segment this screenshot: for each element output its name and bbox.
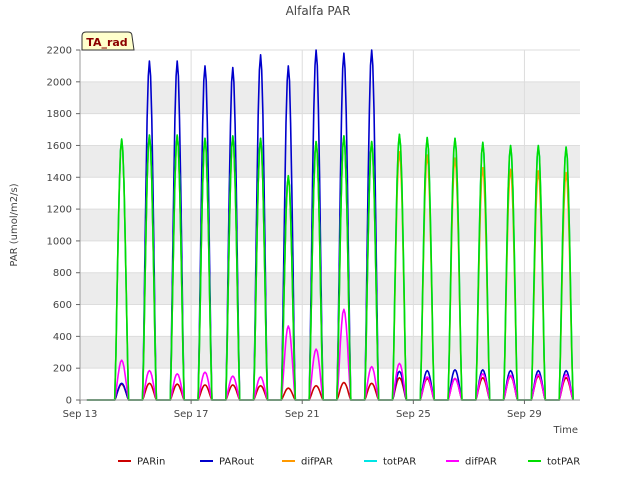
badge-label: TA_rad (86, 36, 127, 49)
ta-rad-badge: TA_rad (81, 31, 135, 51)
grid-band (80, 81, 580, 114)
y-tick-label: 1800 (47, 109, 72, 120)
legend-label: PARout (219, 457, 254, 468)
x-tick-label: Sep 13 (63, 409, 98, 420)
y-tick-label: 1600 (47, 141, 72, 152)
x-axis-label: Time (553, 425, 578, 436)
y-tick-label: 2000 (47, 77, 72, 88)
legend-label: difPAR (301, 457, 333, 468)
grid-band (80, 145, 580, 178)
chart: Alfalfa PAR 0 200 400 600 800 1000 1200 1400 160… (0, 0, 640, 480)
x-tick-label: Sep 17 (174, 409, 209, 420)
y-tick-label: 1400 (47, 173, 72, 184)
legend-label: totPAR (547, 457, 580, 468)
y-tick-label: 2200 (47, 46, 72, 57)
legend-label: difPAR (465, 457, 497, 468)
y-axis-label: PAR (umol/m2/s) (9, 183, 20, 266)
y-tick-label: 1000 (47, 236, 72, 247)
legend-label: PARin (137, 457, 165, 468)
y-tick-label: 400 (53, 332, 72, 343)
x-tick-label: Sep 25 (396, 409, 431, 420)
y-tick-label: 200 (53, 364, 72, 375)
y-tick-label: 800 (53, 268, 72, 279)
chart-title: Alfalfa PAR (286, 4, 351, 18)
y-tick-label: 1200 (47, 205, 72, 216)
x-tick-label: Sep 21 (285, 409, 320, 420)
legend-label: totPAR (383, 457, 416, 468)
y-tick-label: 600 (53, 300, 72, 311)
y-tick-label: 0 (66, 396, 72, 407)
x-tick-label: Sep 29 (507, 409, 542, 420)
grid-band (80, 209, 580, 241)
